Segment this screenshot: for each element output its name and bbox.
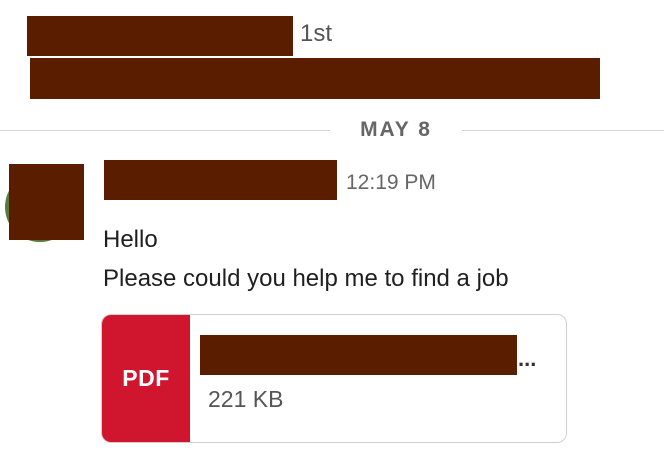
contact-headline-redacted bbox=[30, 58, 600, 99]
date-divider-label: MAY 8 bbox=[360, 118, 432, 141]
attachment-file-size: 221 KB bbox=[208, 386, 284, 412]
date-divider-line-left bbox=[0, 130, 330, 131]
avatar-redacted[interactable] bbox=[9, 164, 84, 240]
file-type-label: PDF bbox=[122, 365, 170, 391]
message-timestamp: 12:19 PM bbox=[346, 171, 436, 194]
contact-name-redacted[interactable] bbox=[27, 16, 293, 56]
connection-degree-label: 1st bbox=[300, 20, 333, 47]
pdf-file-icon: PDF bbox=[102, 315, 190, 442]
attachment-filename-redacted[interactable] bbox=[200, 335, 517, 375]
message-text-line: Please could you help me to find a job bbox=[103, 265, 509, 292]
filename-truncation-ellipsis: ... bbox=[518, 346, 537, 371]
pdf-attachment-card[interactable]: PDF bbox=[101, 314, 567, 443]
sender-name-redacted[interactable] bbox=[104, 160, 337, 200]
message-text-line: Hello bbox=[103, 226, 158, 253]
date-divider-line-right bbox=[462, 130, 664, 131]
